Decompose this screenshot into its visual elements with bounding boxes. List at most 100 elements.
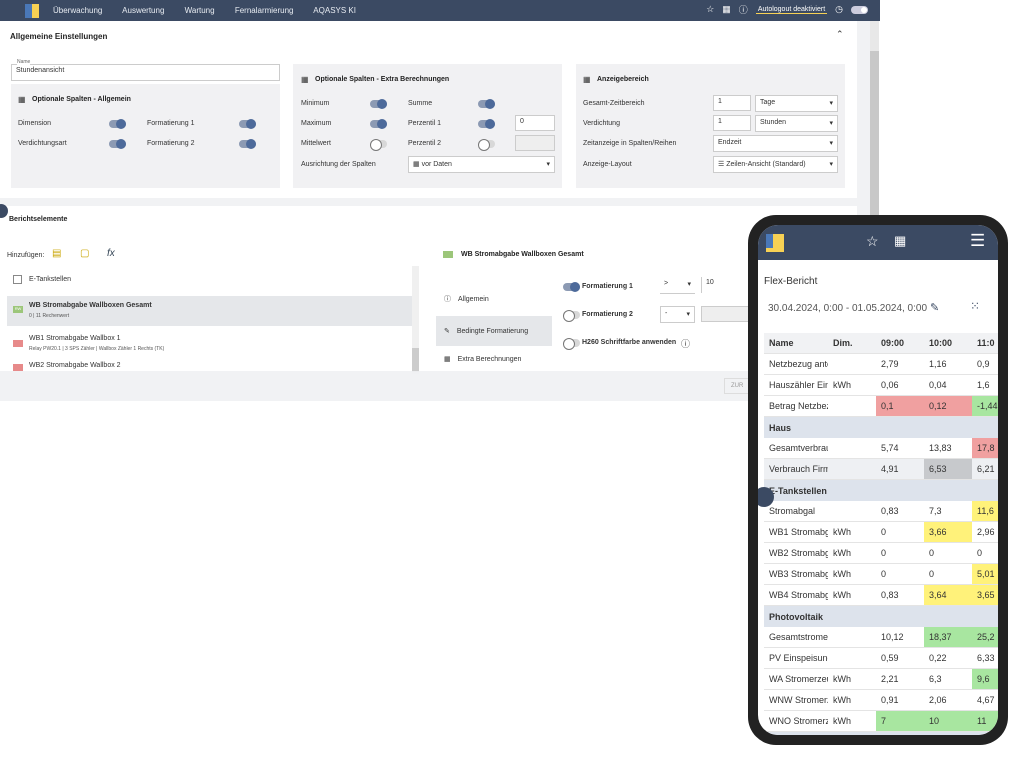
- formatierung2-toggle[interactable]: [563, 310, 580, 322]
- extra-title: Optionale Spalten - Extra Berechnungen: [315, 76, 450, 83]
- add-formula-icon[interactable]: fx: [107, 248, 115, 259]
- perzentil2-input[interactable]: [515, 135, 555, 151]
- qr-code-icon[interactable]: ▦: [894, 233, 906, 249]
- minimum-toggle[interactable]: [370, 99, 387, 109]
- table-row[interactable]: Betrag Netzbez 0,1 0,12 -1,44: [764, 396, 998, 417]
- date-range[interactable]: 30.04.2024, 0:00 - 01.05.2024, 0:00: [768, 303, 927, 314]
- header-dim[interactable]: Dim.: [828, 333, 876, 353]
- autologout-status[interactable]: Autologout deaktiviert: [755, 6, 828, 14]
- table-row[interactable]: WB4 Stromabga kWh 0,83 3,643,65: [764, 585, 998, 606]
- nav-ueberwachung[interactable]: Überwachung: [53, 6, 102, 15]
- help-icon[interactable]: ⓘ: [739, 3, 748, 16]
- add-chart-icon[interactable]: ▤: [52, 248, 61, 259]
- table-row[interactable]: WB1 Stromabga kWh 0 3,66 2,96: [764, 522, 998, 543]
- table-row[interactable]: WNO Stromerze kWh 71011: [764, 711, 998, 732]
- maximum-label: Maximum: [301, 120, 332, 127]
- header-1100[interactable]: 11:0: [972, 333, 998, 353]
- layout-select[interactable]: ☰ Zeilen-Ansicht (Standard): [713, 156, 838, 173]
- table-cell: 5,01: [972, 564, 998, 584]
- form1-label: Formatierung 1: [147, 120, 195, 127]
- header-0900[interactable]: 09:00: [876, 333, 924, 353]
- gesamt-unit-select[interactable]: Tage: [755, 95, 838, 112]
- hamburger-menu-icon[interactable]: ☰: [970, 231, 985, 251]
- table-row[interactable]: WB2 Stromabga kWh 0 0 0: [764, 543, 998, 564]
- maximum-toggle[interactable]: [370, 119, 387, 129]
- verdichtung-unit-select[interactable]: Stunden: [755, 115, 838, 132]
- table-cell: 0,1: [876, 396, 924, 416]
- table-cell: 4,91: [876, 459, 924, 479]
- report-title: Berichtselemente: [9, 216, 68, 223]
- settings-title: Allgemeine Einstellungen: [10, 32, 108, 41]
- summe-label: Summe: [408, 100, 433, 107]
- table-group-header[interactable]: E-Tankstellen: [764, 480, 998, 501]
- formatierung2-value[interactable]: [701, 306, 751, 322]
- formatierung1-label: Formatierung 1: [582, 283, 633, 290]
- star-icon[interactable]: ☆: [706, 4, 714, 15]
- app-logo[interactable]: [766, 233, 784, 252]
- detail-tab-extra[interactable]: ▦ Extra Berechnungen: [436, 348, 552, 370]
- table-row[interactable]: WB3 Stromabga kWh 0 0 5,01: [764, 564, 998, 585]
- collapse-handle[interactable]: [0, 204, 8, 218]
- table-row[interactable]: Stromabgal 0,83 7,3 11,6: [764, 501, 998, 522]
- perzentil1-input[interactable]: 0: [515, 115, 555, 131]
- table-group-header[interactable]: Sonnen-Energie: [764, 732, 998, 735]
- table-row[interactable]: Netzbezug ante 2,79 1,16 0,9: [764, 354, 998, 375]
- header-1000[interactable]: 10:00: [924, 333, 972, 353]
- nav-aqasys-ki[interactable]: AQASYS KI: [313, 6, 356, 15]
- table-cell: WA Stromerzeu: [769, 674, 828, 684]
- tree-item-wb1[interactable]: WB1 Stromabgabe Wallbox 1 Relay PW20.1 |…: [7, 330, 412, 358]
- verdichtungsart-toggle[interactable]: [109, 139, 126, 149]
- ausrichtung-select[interactable]: ▦ vor Daten: [408, 156, 555, 173]
- perzentil1-toggle[interactable]: [478, 119, 495, 129]
- table-cell: 25,2: [972, 627, 998, 647]
- dimension-toggle[interactable]: [109, 119, 126, 129]
- table-cell: 0: [929, 548, 935, 558]
- form1-toggle[interactable]: [239, 119, 256, 129]
- star-icon[interactable]: ☆: [866, 233, 879, 250]
- tree-item-etankstellen[interactable]: E-Tankstellen: [13, 275, 71, 284]
- nav-fernalarmierung[interactable]: Fernalarmierung: [235, 6, 294, 15]
- nav-wartung[interactable]: Wartung: [185, 6, 215, 15]
- history-icon[interactable]: ◷: [835, 4, 843, 15]
- edit-pencil-icon[interactable]: ✎: [930, 301, 939, 314]
- meter-badge-icon: [13, 340, 23, 347]
- tree-item-label: WB Stromabgabe Wallboxen Gesamt: [29, 302, 152, 309]
- summe-toggle[interactable]: [478, 99, 495, 109]
- table-icon: ▦: [18, 95, 26, 104]
- table-row[interactable]: Verbrauch Firm 4,91 6,53 6,21: [764, 459, 998, 480]
- add-element-icon[interactable]: ▢: [80, 248, 89, 259]
- formatierung1-toggle[interactable]: [563, 282, 580, 292]
- table-row[interactable]: PV Einspeisung 0,59 0,22 6,33: [764, 648, 998, 669]
- formatierung1-operator[interactable]: >: [660, 277, 695, 294]
- nav-auswertung[interactable]: Auswertung: [122, 6, 164, 15]
- table-group-header[interactable]: Haus: [764, 417, 998, 438]
- apps-grid-icon[interactable]: ⁙: [970, 299, 980, 313]
- qr-code-icon[interactable]: ▦: [722, 4, 731, 15]
- chevron-up-icon[interactable]: ⌃: [836, 29, 844, 40]
- header-name[interactable]: Name: [764, 333, 828, 353]
- form2-toggle[interactable]: [239, 139, 256, 149]
- h260-toggle[interactable]: [563, 338, 580, 350]
- table-group-header[interactable]: Photovoltaik: [764, 606, 998, 627]
- theme-toggle[interactable]: [851, 5, 868, 14]
- zeitanzeige-select[interactable]: Endzeit: [713, 135, 838, 152]
- mittelwert-toggle[interactable]: [370, 139, 387, 151]
- tree-scrollbar[interactable]: [412, 266, 419, 374]
- table-row[interactable]: WNW Stromerz kWh 0,91 2,06 4,67: [764, 690, 998, 711]
- table-row[interactable]: Gesamtverbrau 5,74 13,83 17,8: [764, 438, 998, 459]
- table-row[interactable]: WA Stromerzeu kWh 2,21 6,3 9,6: [764, 669, 998, 690]
- formatierung1-value[interactable]: 10: [701, 277, 751, 293]
- table-row[interactable]: Gesamtstromer 10,12 18,37 25,2: [764, 627, 998, 648]
- gesamt-number-input[interactable]: 1: [713, 95, 751, 111]
- checkbox[interactable]: [13, 275, 22, 284]
- detail-tab-bedingte[interactable]: ✎ Bedingte Formatierung: [436, 316, 552, 346]
- app-logo[interactable]: [25, 3, 39, 18]
- formatierung2-operator[interactable]: -: [660, 306, 695, 323]
- tree-item-wb-gesamt[interactable]: RW WB Stromabgabe Wallboxen Gesamt 0 | 1…: [7, 296, 412, 326]
- table-row[interactable]: Hauszähler Eins kWh 0,06 0,04 1,6: [764, 375, 998, 396]
- detail-tab-allgemein[interactable]: ⓘ Allgemein: [436, 284, 552, 314]
- verdichtung-number-input[interactable]: 1: [713, 115, 751, 131]
- info-icon[interactable]: ⓘ: [681, 337, 690, 350]
- perzentil2-toggle[interactable]: [478, 139, 495, 151]
- name-input[interactable]: Stundenansicht: [11, 64, 280, 81]
